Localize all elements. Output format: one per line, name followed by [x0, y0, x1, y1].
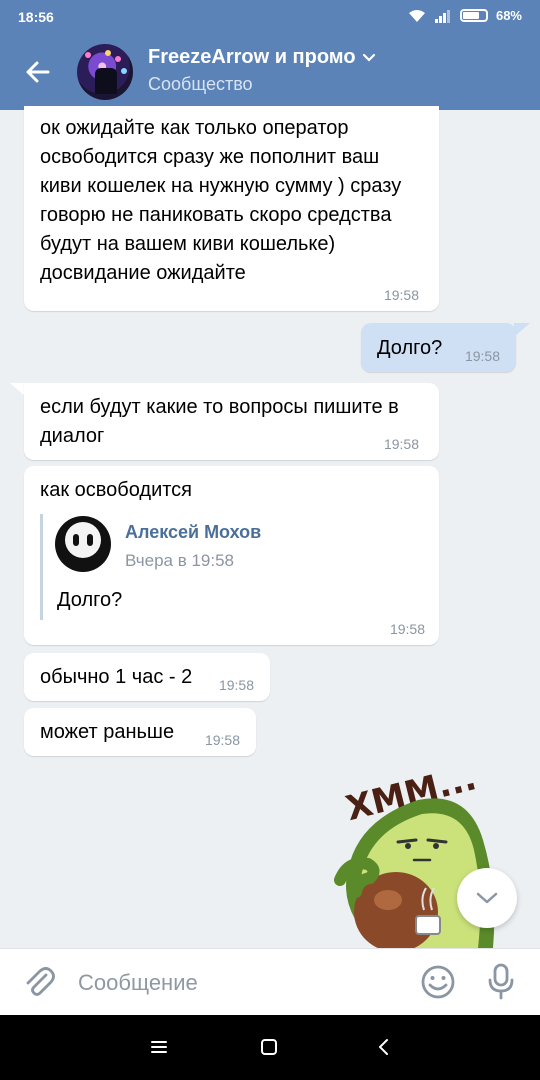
- message-bubble[interactable]: как освободится Алексей Мохов Вчера в 19…: [24, 466, 439, 645]
- message-time: 19:58: [383, 436, 419, 452]
- home-icon[interactable]: [257, 1035, 281, 1059]
- chat-title-text: FreezeArrow и промо: [148, 46, 356, 68]
- chevron-down-icon: [476, 892, 498, 904]
- chat-subtitle: Сообщество: [148, 74, 253, 94]
- smile-icon[interactable]: [420, 964, 456, 1000]
- wifi-icon: [408, 9, 425, 22]
- chevron-down-icon: [362, 53, 375, 62]
- mic-icon[interactable]: [486, 963, 516, 1001]
- message-bubble[interactable]: может раньше 19:58: [24, 708, 256, 756]
- message-bubble[interactable]: Долго? 19:58: [361, 323, 516, 372]
- status-bar: 18:56 68%: [0, 0, 540, 34]
- message-time: 19:58: [383, 287, 419, 303]
- message-time: 19:58: [464, 348, 500, 364]
- reply-text: Долго?: [57, 589, 123, 611]
- reply-author-name: Алексей Мохов: [125, 522, 262, 542]
- message-bubble[interactable]: ок ожидайте как только оператор освободи…: [24, 106, 439, 311]
- message-bubble[interactable]: если будут какие то вопросы пишите в диа…: [24, 383, 439, 460]
- message-time: 19:58: [204, 732, 240, 748]
- message-text: как освободится: [40, 479, 193, 501]
- signal-icon: [434, 9, 450, 23]
- paperclip-icon[interactable]: [22, 965, 56, 999]
- reply-date: Вчера в 19:58: [125, 551, 235, 570]
- back-arrow-icon[interactable]: [22, 56, 54, 88]
- status-time: 18:56: [18, 9, 54, 25]
- battery-level: 68%: [495, 8, 522, 23]
- menu-icon[interactable]: [147, 1035, 171, 1059]
- message-time: 19:58: [389, 621, 425, 637]
- reply-author-avatar: [55, 516, 111, 572]
- community-avatar[interactable]: [77, 44, 133, 100]
- message-input[interactable]: [78, 967, 378, 999]
- reply-quote[interactable]: Алексей Мохов Вчера в 19:58 Долго?: [40, 514, 420, 620]
- compose-bar: [0, 948, 540, 1015]
- bubble-tail: [514, 323, 530, 337]
- message-text: если будут какие то вопросы пишите в диа…: [40, 396, 399, 447]
- scroll-down-button[interactable]: [457, 868, 517, 928]
- system-nav-bar: [0, 1015, 540, 1080]
- message-time: 19:58: [218, 677, 254, 693]
- chat-title[interactable]: FreezeArrow и промо: [148, 46, 376, 69]
- message-bubble[interactable]: обычно 1 час - 2 19:58: [24, 653, 270, 701]
- battery-icon: [459, 9, 488, 22]
- chat-header: FreezeArrow и промо Сообщество: [0, 34, 540, 110]
- message-text: ок ожидайте как только оператор освободи…: [40, 117, 402, 284]
- back-icon[interactable]: [372, 1035, 396, 1059]
